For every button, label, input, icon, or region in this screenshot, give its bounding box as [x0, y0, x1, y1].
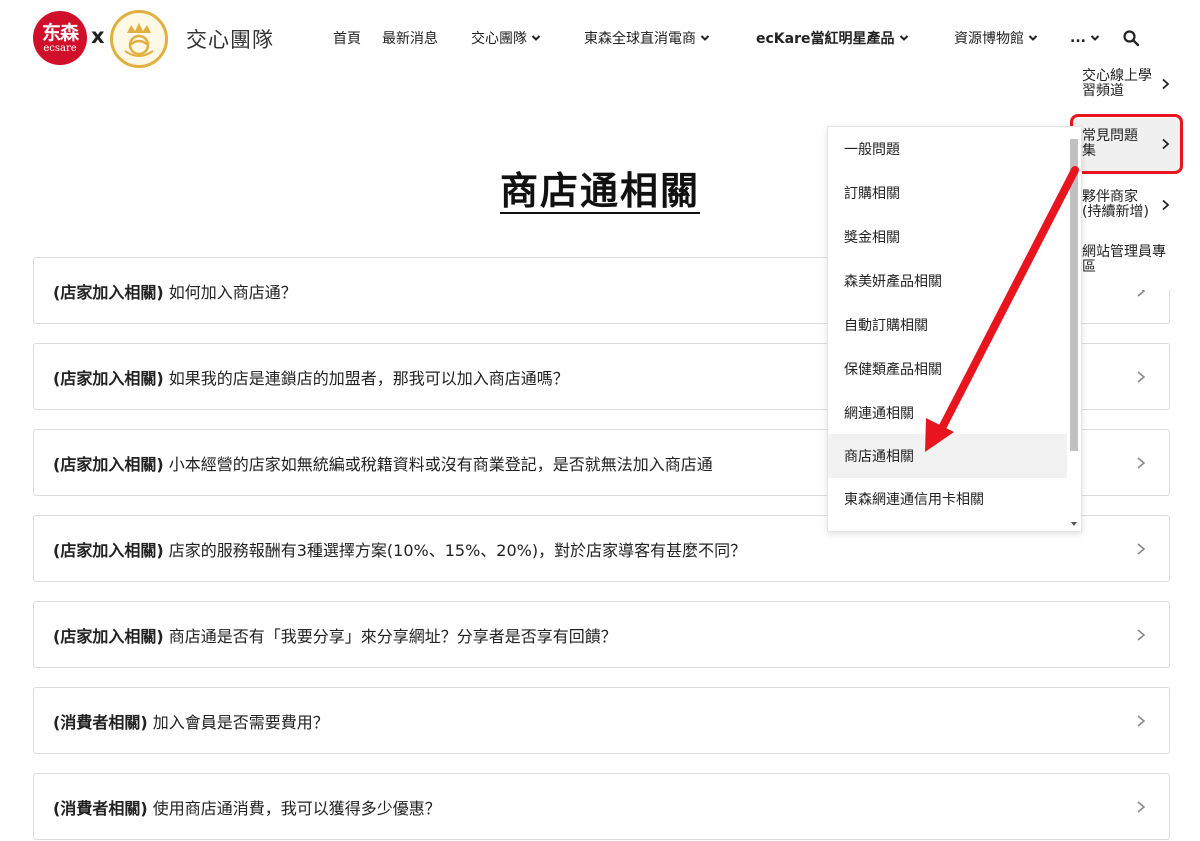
chevron-right-icon	[1135, 542, 1147, 556]
nav-item-resources[interactable]: 資源博物館	[954, 27, 1038, 49]
faq-question: 加入會員是否需要費用？	[147, 712, 329, 732]
submenu-item-ordering[interactable]: 訂購相關	[828, 171, 1068, 215]
nav-item-team[interactable]: 交心團隊	[471, 27, 541, 49]
submenu-item-label: 區	[1082, 259, 1096, 275]
submenu-item-store[interactable]: 商店通相關	[828, 434, 1068, 478]
nav-item-label: 交心團隊	[471, 31, 527, 47]
chevron-down-icon	[700, 33, 710, 43]
ecare-logo-zh: 东森	[41, 21, 79, 44]
chevron-down-icon	[531, 33, 541, 43]
chevron-right-icon	[1135, 714, 1147, 728]
faq-tag: (店家加入相關)	[53, 454, 164, 474]
submenu-item-partners[interactable]: 夥伴商家 (持續新增)	[1082, 190, 1172, 220]
submenu-item-auto-order[interactable]: 自動訂購相關	[828, 303, 1068, 347]
submenu-item-label: 習頻道	[1082, 83, 1124, 99]
ecare-logo-en: ecsare	[43, 42, 77, 54]
nav-item-label: ...	[1070, 30, 1086, 46]
faq-tag: (消費者相關)	[53, 712, 148, 732]
chevron-right-icon	[1161, 199, 1170, 211]
nav-item-news[interactable]: 最新消息	[382, 27, 438, 49]
submenu-item-credit-card[interactable]: 東森網連通信用卡相關	[828, 477, 1068, 521]
faq-question: 使用商店通消費，我可以獲得多少優惠？	[147, 798, 441, 818]
logo-separator: x	[91, 24, 105, 48]
submenu-item-general[interactable]: 一般問題	[828, 127, 1068, 171]
chevron-right-icon	[1135, 456, 1147, 470]
submenu-item-label: 網站管理員專	[1082, 244, 1166, 260]
submenu-item-admin[interactable]: 網站管理員專 區	[1082, 245, 1172, 275]
faq-item[interactable]: (消費者相關) 加入會員是否需要費用？	[33, 687, 1170, 754]
chevron-down-icon	[1090, 33, 1100, 43]
nav-item-products[interactable]: ecKare當紅明星產品	[756, 27, 909, 49]
faq-question: 小本經營的店家如無統編或稅籍資料或沒有商業登記，是否就無法加入商店通	[163, 454, 713, 474]
nav-item-label: 最新消息	[382, 31, 438, 47]
faq-submenu: 一般問題 訂購相關 獎金相關 森美妍產品相關 自動訂購相關 保健類產品相關 網連…	[827, 126, 1082, 532]
faq-menu-highlight-box	[1070, 114, 1183, 174]
brand-name[interactable]: 交心團隊	[186, 24, 274, 54]
scroll-down-arrow-icon[interactable]	[1070, 520, 1078, 528]
search-icon	[1123, 30, 1140, 47]
nav-item-label: 首頁	[333, 31, 361, 47]
submenu-item-online-learning[interactable]: 交心線上學 習頻道	[1082, 69, 1172, 99]
faq-item[interactable]: (店家加入相關) 商店通是否有「我要分享」來分享網址？分享者是否享有回饋？	[33, 601, 1170, 668]
faq-question: 如何加入商店通？	[163, 282, 297, 302]
submenu-item-health-products[interactable]: 保健類產品相關	[828, 347, 1068, 391]
submenu-item-weblink[interactable]: 網連通相關	[828, 391, 1068, 435]
chevron-right-icon	[1135, 370, 1147, 384]
nav-item-home[interactable]: 首頁	[333, 27, 361, 49]
submenu-item-label: 夥伴商家	[1082, 189, 1138, 205]
submenu-item-label: (持續新增)	[1082, 204, 1149, 220]
crest-logo[interactable]	[110, 10, 168, 68]
crown-handshake-icon	[124, 23, 154, 57]
nav-item-ecommerce[interactable]: 東森全球直消電商	[584, 27, 710, 49]
faq-item[interactable]: (消費者相關) 使用商店通消費，我可以獲得多少優惠？	[33, 773, 1170, 840]
submenu-item-bonus[interactable]: 獎金相關	[828, 215, 1068, 259]
chevron-right-icon	[1135, 628, 1147, 642]
chevron-down-icon	[1028, 33, 1038, 43]
ecare-logo[interactable]: 东森 ecsare	[33, 11, 87, 65]
chevron-right-icon	[1161, 78, 1170, 90]
chevron-right-icon	[1135, 800, 1147, 814]
nav-item-label: 資源博物館	[954, 31, 1024, 47]
faq-tag: (店家加入相關)	[53, 368, 164, 388]
search-button[interactable]	[1122, 29, 1140, 47]
submenu-item-label: 交心線上學	[1082, 68, 1152, 84]
faq-question: 如果我的店是連鎖店的加盟者，那我可以加入商店通嗎？	[163, 368, 569, 388]
nav-item-more[interactable]: ...	[1070, 27, 1100, 49]
submenu-item-beauty-products[interactable]: 森美妍產品相關	[828, 259, 1068, 303]
faq-tag: (店家加入相關)	[53, 282, 164, 302]
faq-question: 店家的服務報酬有3種選擇方案(10%、15%、20%)，對於店家導客有甚麼不同？	[163, 540, 747, 560]
scrollbar-thumb[interactable]	[1070, 139, 1078, 451]
faq-tag: (消費者相關)	[53, 798, 148, 818]
faq-tag: (店家加入相關)	[53, 540, 164, 560]
chevron-down-icon	[899, 33, 909, 43]
nav-item-label: 東森全球直消電商	[584, 31, 696, 47]
faq-question: 商店通是否有「我要分享」來分享網址？分享者是否享有回饋？	[163, 626, 617, 646]
nav-item-label: ecKare當紅明星產品	[756, 31, 895, 47]
faq-tag: (店家加入相關)	[53, 626, 164, 646]
more-submenu: 交心線上學 習頻道 常見問題 集 夥伴商家 (持續新增) 網站管理員專 區	[1067, 58, 1200, 290]
scrollbar-track[interactable]	[1067, 127, 1081, 531]
